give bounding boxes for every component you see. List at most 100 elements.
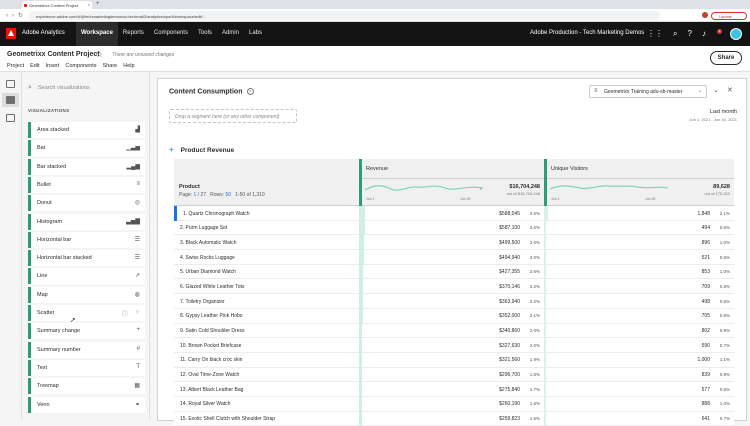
revenue-column-name[interactable]: Revenue	[366, 166, 388, 172]
components-icon[interactable]	[6, 114, 15, 122]
profile-avatar[interactable]	[702, 12, 708, 18]
unique-visitors-cell[interactable]: 705 0.8%	[544, 308, 734, 324]
table-row[interactable]: 11. Carry On black croc skin $321,560 1.9%…	[174, 352, 734, 368]
table-row[interactable]: 3. Black Automatic Watch $499,500 3.0% 896 1…	[174, 235, 734, 251]
nav-labs[interactable]: Labs	[244, 22, 267, 46]
unique-visitors-cell[interactable]: 709 0.8%	[544, 279, 734, 295]
panel-title-text[interactable]: Content Consumption	[169, 88, 243, 95]
collapse-panel-icon[interactable]: ⌄	[713, 86, 719, 94]
product-name-cell[interactable]: 6. Glazed White Leather Tots	[174, 279, 359, 294]
product-name-cell[interactable]: 5. Urban Diamond Watch	[174, 265, 359, 280]
nav-admin[interactable]: Admin	[217, 22, 244, 46]
visualization-item[interactable]: Scatter ⁘ ⓘ	[28, 305, 145, 321]
visualization-item[interactable]: Horizontal bar ☰	[28, 231, 145, 248]
table-row[interactable]: 8. Gypsy Leather Pink Hobo $352,000 2.1% 70…	[174, 308, 734, 324]
product-name-cell[interactable]: 14. Royal Silver Watch	[174, 397, 359, 412]
revenue-cell[interactable]: $327,630 2.0%	[359, 338, 544, 353]
adobe-logo-icon[interactable]	[6, 28, 16, 39]
unique-visitors-cell[interactable]: 590 0.7%	[544, 338, 734, 353]
unique-visitors-cell[interactable]: 853 1.0%	[544, 264, 734, 280]
table-row[interactable]: 12. Oval Time-Zone Watch $296,700 1.8% 839 0…	[174, 367, 734, 383]
revenue-column-header[interactable]: Revenue ↓ $16,704,248 out of $16,704,248…	[359, 159, 544, 206]
unique-visitors-cell[interactable]: 521 0.6%	[544, 250, 734, 265]
panels-icon[interactable]	[6, 80, 15, 88]
table-row[interactable]: 4. Swiss Rocks Luggage $494,940 3.0% 521 0.6…	[174, 250, 734, 265]
revenue-cell[interactable]: $340,860 2.0%	[359, 323, 544, 339]
visualization-item[interactable]: Venn ⚭	[28, 396, 145, 413]
unique-visitors-cell[interactable]: 888 1.0%	[544, 396, 734, 412]
search-input[interactable]: ⌕ Search visualizations	[28, 82, 144, 94]
page-number[interactable]: 1	[193, 192, 196, 198]
update-button[interactable]: Update	[711, 11, 747, 20]
table-row[interactable]: 2. Purm Luggage Set $587,100 3.5% 494 0.6%	[174, 220, 734, 236]
product-name-cell[interactable]: 8. Gypsy Leather Pink Hobo	[174, 309, 359, 324]
revenue-cell[interactable]: $321,560 1.9%	[359, 352, 544, 368]
table-row[interactable]: 5. Urban Diamond Watch $427,355 2.6% 853 1.0…	[174, 264, 734, 280]
org-switcher[interactable]: Adobe Production - Tech Marketing Demos	[530, 30, 644, 36]
table-row[interactable]: 15. Exotic Shell Clutch with Shoulder St…	[174, 411, 734, 426]
revenue-cell[interactable]: $494,940 3.0%	[359, 250, 544, 265]
unique-visitors-cell[interactable]: 839 0.9%	[544, 367, 734, 383]
table-row[interactable]: 13. Albert Black Leather Bag $275,840 1.7%…	[174, 382, 734, 397]
menu-edit[interactable]: Edit	[30, 63, 39, 69]
nav-reports[interactable]: Reports	[118, 22, 149, 46]
revenue-cell[interactable]: $363,940 2.2%	[359, 294, 544, 309]
visualization-item[interactable]: Text T	[28, 359, 145, 376]
product-name-cell[interactable]: 12. Oval Time-Zone Watch	[174, 368, 359, 383]
url-field[interactable]: experience.adobe.com/#/@techmarketingdem…	[28, 11, 660, 20]
apps-grid-icon[interactable]: ⋮⋮	[647, 29, 663, 39]
rows-select[interactable]: 50	[225, 192, 231, 198]
visualization-item[interactable]: Horizontal bar stacked ☰	[28, 250, 145, 267]
close-panel-icon[interactable]: ✕	[727, 86, 733, 94]
product-name-cell[interactable]: 2. Purm Luggage Set	[174, 221, 359, 236]
visualization-item[interactable]: Summary change +	[28, 323, 145, 340]
unique-visitors-cell[interactable]: 1,000 1.1%	[544, 352, 734, 368]
menu-insert[interactable]: Insert	[46, 63, 60, 69]
revenue-cell[interactable]: $259,823 1.6%	[359, 411, 544, 426]
share-button[interactable]: Share	[710, 51, 742, 65]
search-icon[interactable]: ⌕	[673, 29, 677, 39]
menu-components[interactable]: Components	[65, 63, 96, 69]
dimension-label[interactable]: Product	[179, 184, 200, 190]
table-row[interactable]: 7. Toiletry Organizer $363,940 2.2% 498 0.6%	[174, 294, 734, 309]
date-range[interactable]: Last month Jun 1, 2021 - Jun 30, 2021	[689, 109, 737, 122]
revenue-cell[interactable]: $260,190 1.6%	[359, 396, 544, 412]
nav-workspace[interactable]: Workspace	[76, 22, 118, 46]
app-name[interactable]: Adobe Analytics	[22, 30, 65, 36]
project-title[interactable]: Geometrixx Content Project	[7, 51, 100, 58]
unique-visitors-cell[interactable]: 1,848 2.1%	[544, 206, 734, 221]
revenue-cell[interactable]: $370,146 2.2%	[359, 279, 544, 295]
unique-visitors-cell[interactable]: 494 0.6%	[544, 220, 734, 236]
product-name-cell[interactable]: 11. Carry On black croc skin	[174, 353, 359, 368]
revenue-cell[interactable]: $296,700 1.8%	[359, 367, 544, 383]
product-name-cell[interactable]: 3. Black Automatic Watch	[174, 235, 359, 250]
unique-visitors-cell[interactable]: 641 0.7%	[544, 411, 734, 426]
info-icon[interactable]: ?	[246, 88, 254, 95]
unique-visitors-cell[interactable]: 896 1.0%	[544, 235, 734, 251]
visualizations-icon[interactable]	[6, 96, 15, 104]
product-name-cell[interactable]: 9. Satin Cold Shoulder Dress	[174, 324, 359, 339]
table-row[interactable]: 6. Glazed White Leather Tots $370,146 2.2%…	[174, 279, 734, 295]
visualization-item[interactable]: Donut ◎	[28, 195, 145, 212]
bell-icon[interactable]: ♪	[702, 29, 706, 39]
help-icon[interactable]: ?	[687, 29, 691, 39]
report-suite-select[interactable]: ≡ Geometrixx Training adu-sb-master ⌄	[589, 85, 707, 98]
nav-tools[interactable]: Tools	[193, 22, 217, 46]
new-tab-icon[interactable]: +	[96, 1, 100, 7]
browser-tab[interactable]: Geometrixx Content Project ×	[22, 1, 92, 9]
uv-column-name[interactable]: Unique Visitors	[551, 166, 588, 172]
menu-project[interactable]: Project	[7, 63, 24, 69]
visualization-item[interactable]: Histogram ▃▅▇	[28, 213, 145, 230]
product-name-cell[interactable]: 7. Toiletry Organizer	[174, 294, 359, 309]
expand-icon[interactable]: +	[169, 145, 174, 154]
nav-components[interactable]: Components	[149, 22, 193, 46]
revenue-cell[interactable]: $427,355 2.6%	[359, 264, 544, 280]
visualization-item[interactable]: Bar stacked ▂▄▆	[28, 158, 145, 175]
info-icon[interactable]: ⓘ	[122, 309, 128, 318]
table-row[interactable]: 9. Satin Cold Shoulder Dress $340,860 2.0%…	[174, 323, 734, 339]
unique-visitors-cell[interactable]: 802 0.9%	[544, 323, 734, 339]
table-row[interactable]: 14. Royal Silver Watch $260,190 1.6% 888 1.0…	[174, 396, 734, 412]
unique-visitors-column-header[interactable]: Unique Visitors 89,628 out of 175,323 Ju…	[544, 159, 734, 206]
menu-help[interactable]: Help	[123, 63, 134, 69]
revenue-cell[interactable]: $587,100 3.5%	[359, 220, 544, 236]
